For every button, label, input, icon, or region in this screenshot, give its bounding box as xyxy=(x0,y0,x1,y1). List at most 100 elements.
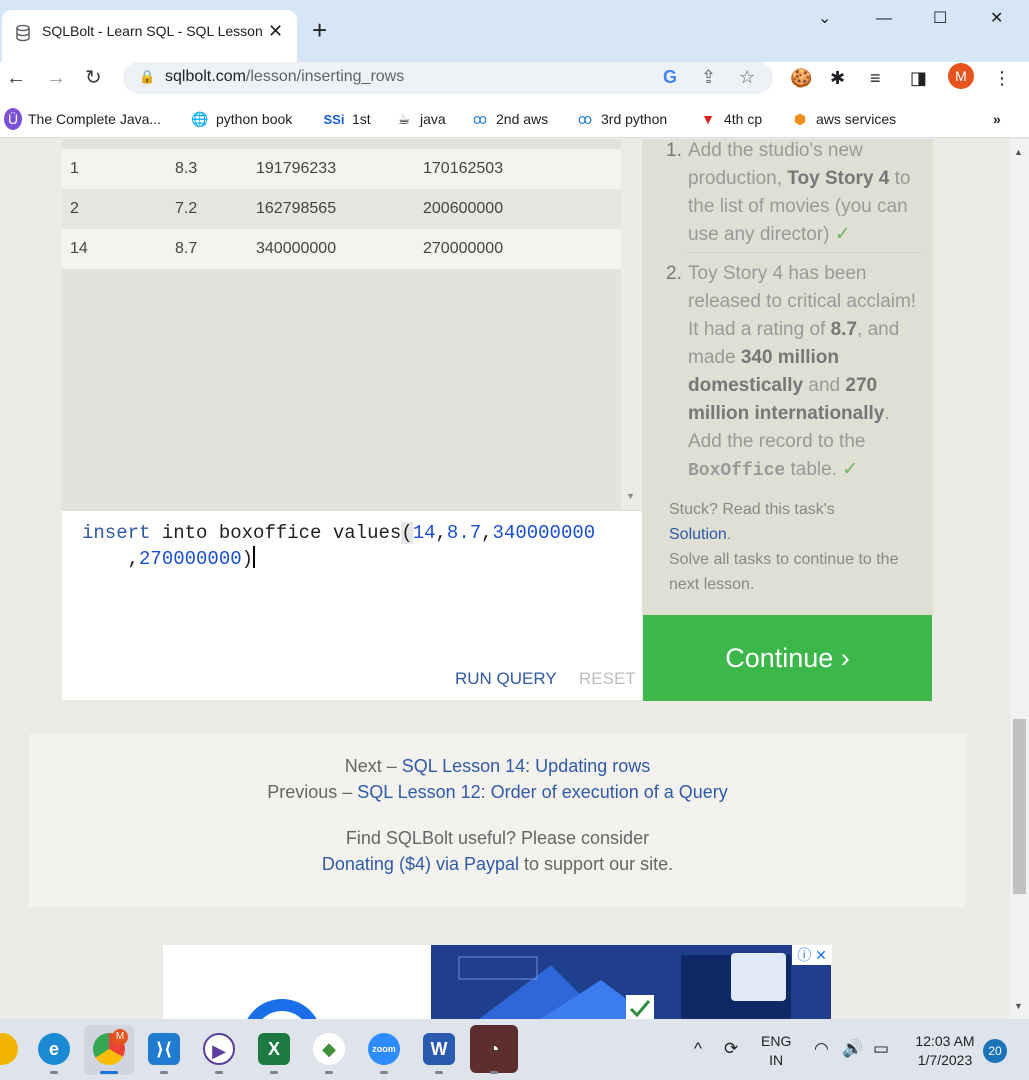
taskbar-indicator xyxy=(50,1071,58,1074)
aws-icon: ꝏ xyxy=(472,111,488,127)
ad-banner[interactable] xyxy=(431,945,831,1019)
continue-button[interactable]: Continue › xyxy=(643,615,932,701)
taskbar-indicator xyxy=(270,1071,278,1074)
aws-box-icon: ⬢ xyxy=(793,111,807,127)
media-queue-icon[interactable]: ≡ xyxy=(870,66,881,90)
donate-line: Donating ($4) via Paypal to support our … xyxy=(321,854,674,874)
ad-close-icon[interactable]: ⓘ ✕ xyxy=(792,945,832,965)
taskbar-indicator xyxy=(160,1071,168,1074)
maximize-icon[interactable]: ☐ xyxy=(933,8,947,30)
notification-badge[interactable]: 20 xyxy=(983,1039,1007,1063)
media-player-icon[interactable]: ▶ xyxy=(203,1033,235,1065)
ad-artwork xyxy=(458,953,791,1019)
run-query-button[interactable]: RUN QUERY xyxy=(455,669,557,689)
sync-icon[interactable]: ⟳ xyxy=(724,1039,738,1059)
table-cell: 200600000 xyxy=(423,200,504,217)
bookmark-item[interactable]: Ü The Complete Java... xyxy=(4,108,161,130)
windows-taskbar: e M ⟩⟨ ▶ X ◆ zoom W ◔ ^ ⟳ ENG IN ◠ 🔊 ▭ 12… xyxy=(0,1019,1029,1080)
tray-overflow-chevron-icon[interactable]: ^ xyxy=(694,1039,702,1059)
table-cell: 340000000 xyxy=(256,240,337,257)
taskbar-indicator xyxy=(490,1071,498,1074)
results-scroll-down-icon[interactable]: ▼ xyxy=(626,491,635,501)
scrollbar-thumb[interactable] xyxy=(1013,719,1026,894)
scroll-down-icon[interactable]: ▼ xyxy=(1014,1001,1023,1011)
taskbar-indicator xyxy=(380,1071,388,1074)
edge-icon[interactable]: e xyxy=(38,1033,70,1065)
browser-toolbar: ← → ↻ 🔒 sqlbolt.com/lesson/inserting_row… xyxy=(0,62,1029,102)
check-icon: ✓ xyxy=(834,224,851,245)
text-cursor xyxy=(253,546,256,568)
tab-title: SQLBolt - Learn SQL - SQL Lesson xyxy=(42,23,262,39)
back-icon[interactable]: ← xyxy=(6,65,26,91)
table-cell: 162798565 xyxy=(256,200,337,217)
input-language[interactable]: ENG IN xyxy=(761,1032,791,1070)
bookmark-item[interactable]: ▼ 4th cp xyxy=(698,108,762,130)
taskbar-indicator xyxy=(215,1071,223,1074)
minimize-icon[interactable]: — xyxy=(876,8,892,30)
table-cell: 2 xyxy=(70,200,79,217)
scroll-up-icon[interactable]: ▲ xyxy=(1014,147,1023,157)
mongodb-icon[interactable]: ◆ xyxy=(313,1033,345,1065)
java-course-icon: Ü xyxy=(4,108,22,130)
donate-link[interactable]: Donating ($4) via Paypal xyxy=(322,854,519,874)
new-tab-button[interactable]: + xyxy=(312,17,327,43)
profile-avatar[interactable]: M xyxy=(948,63,974,89)
table-cell: 1 xyxy=(70,160,79,177)
bookmark-item[interactable]: SSi 1st xyxy=(322,108,371,130)
page-content: 1 8.3 191796233 170162503 2 7.2 16279856… xyxy=(0,139,1010,1019)
volume-icon[interactable]: 🔊 xyxy=(842,1039,863,1059)
page-scrollbar[interactable]: ▲ ▼ xyxy=(1010,139,1029,1019)
bookmark-item[interactable]: ⬢ aws services xyxy=(790,108,896,130)
excel-icon[interactable]: X xyxy=(258,1033,290,1065)
bookmark-item[interactable]: ꝏ 3rd python xyxy=(575,108,667,130)
table-row: 14 8.7 340000000 270000000 xyxy=(62,229,621,269)
speedometer-icon[interactable]: ◔ xyxy=(470,1025,518,1073)
table-row: 2 7.2 162798565 200600000 xyxy=(62,189,621,229)
previous-lesson-link[interactable]: SQL Lesson 12: Order of execution of a Q… xyxy=(357,782,728,802)
java-icon: ☕ xyxy=(397,111,411,127)
battery-icon[interactable]: ▭ xyxy=(873,1039,889,1059)
close-window-icon[interactable]: ✕ xyxy=(990,8,1003,30)
next-lesson-link[interactable]: SQL Lesson 14: Updating rows xyxy=(402,756,650,776)
zoom-icon[interactable]: zoom xyxy=(368,1033,400,1065)
table-cell: 191796233 xyxy=(256,160,337,177)
table-cell: 170162503 xyxy=(423,160,504,177)
sql-code[interactable]: insert into boxoffice values(14,8.7,3400… xyxy=(82,521,622,572)
reset-button[interactable]: RESET xyxy=(579,669,636,689)
lesson-footer: Next – SQL Lesson 14: Updating rows Prev… xyxy=(29,734,966,907)
wifi-icon[interactable]: ◠ xyxy=(814,1039,829,1059)
vscode-icon[interactable]: ⟩⟨ xyxy=(148,1033,180,1065)
forward-icon[interactable]: → xyxy=(46,65,66,91)
google-icon[interactable]: G xyxy=(663,66,677,88)
bookmark-item[interactable]: 🌐 python book xyxy=(190,108,292,130)
bookmark-item[interactable]: ꝏ 2nd aws xyxy=(470,108,548,130)
share-icon[interactable]: ⇪ xyxy=(701,66,716,88)
extensions-puzzle-icon[interactable]: ✱ xyxy=(830,66,845,90)
bookmark-item[interactable]: ☕ java xyxy=(394,108,446,130)
tab-strip: SQLBolt - Learn SQL - SQL Lesson ✕ + ⌄ —… xyxy=(0,0,1029,62)
address-bar[interactable]: 🔒 sqlbolt.com/lesson/inserting_rows G ⇪ … xyxy=(123,62,773,94)
previous-lesson-line: Previous – SQL Lesson 12: Order of execu… xyxy=(267,782,728,802)
bookmarks-overflow-button[interactable]: » xyxy=(993,108,1001,130)
bookmarks-bar: Ü The Complete Java... 🌐 python book SSi 1s… xyxy=(0,102,1029,138)
app-icon[interactable] xyxy=(0,1033,18,1065)
solution-link[interactable]: Solution xyxy=(669,526,727,543)
ssi-icon: SSi xyxy=(323,112,345,127)
table-cell: 270000000 xyxy=(423,240,504,257)
taskbar-indicator xyxy=(325,1071,333,1074)
support-text: Find SQLBolt useful? Please consider xyxy=(345,828,650,848)
bookmark-star-icon[interactable]: ☆ xyxy=(739,66,755,88)
reload-icon[interactable]: ↻ xyxy=(85,65,102,91)
clock[interactable]: 12:03 AM 1/7/2023 xyxy=(906,1032,984,1070)
globe-icon: 🌐 xyxy=(191,111,209,127)
taskbar-indicator xyxy=(435,1071,443,1074)
word-icon[interactable]: W xyxy=(423,1033,455,1065)
side-panel-icon[interactable]: ◨ xyxy=(910,66,927,90)
database-icon xyxy=(14,24,32,42)
browser-tab[interactable]: SQLBolt - Learn SQL - SQL Lesson ✕ xyxy=(2,10,297,62)
menu-kebab-icon[interactable]: ⋮ xyxy=(993,66,1011,90)
close-tab-icon[interactable]: ✕ xyxy=(268,20,283,42)
sql-editor[interactable]: insert into boxoffice values(14,8.7,3400… xyxy=(62,510,642,700)
tab-search-icon[interactable]: ⌄ xyxy=(818,8,831,30)
cookie-extension-icon[interactable]: 🍪 xyxy=(790,66,812,90)
